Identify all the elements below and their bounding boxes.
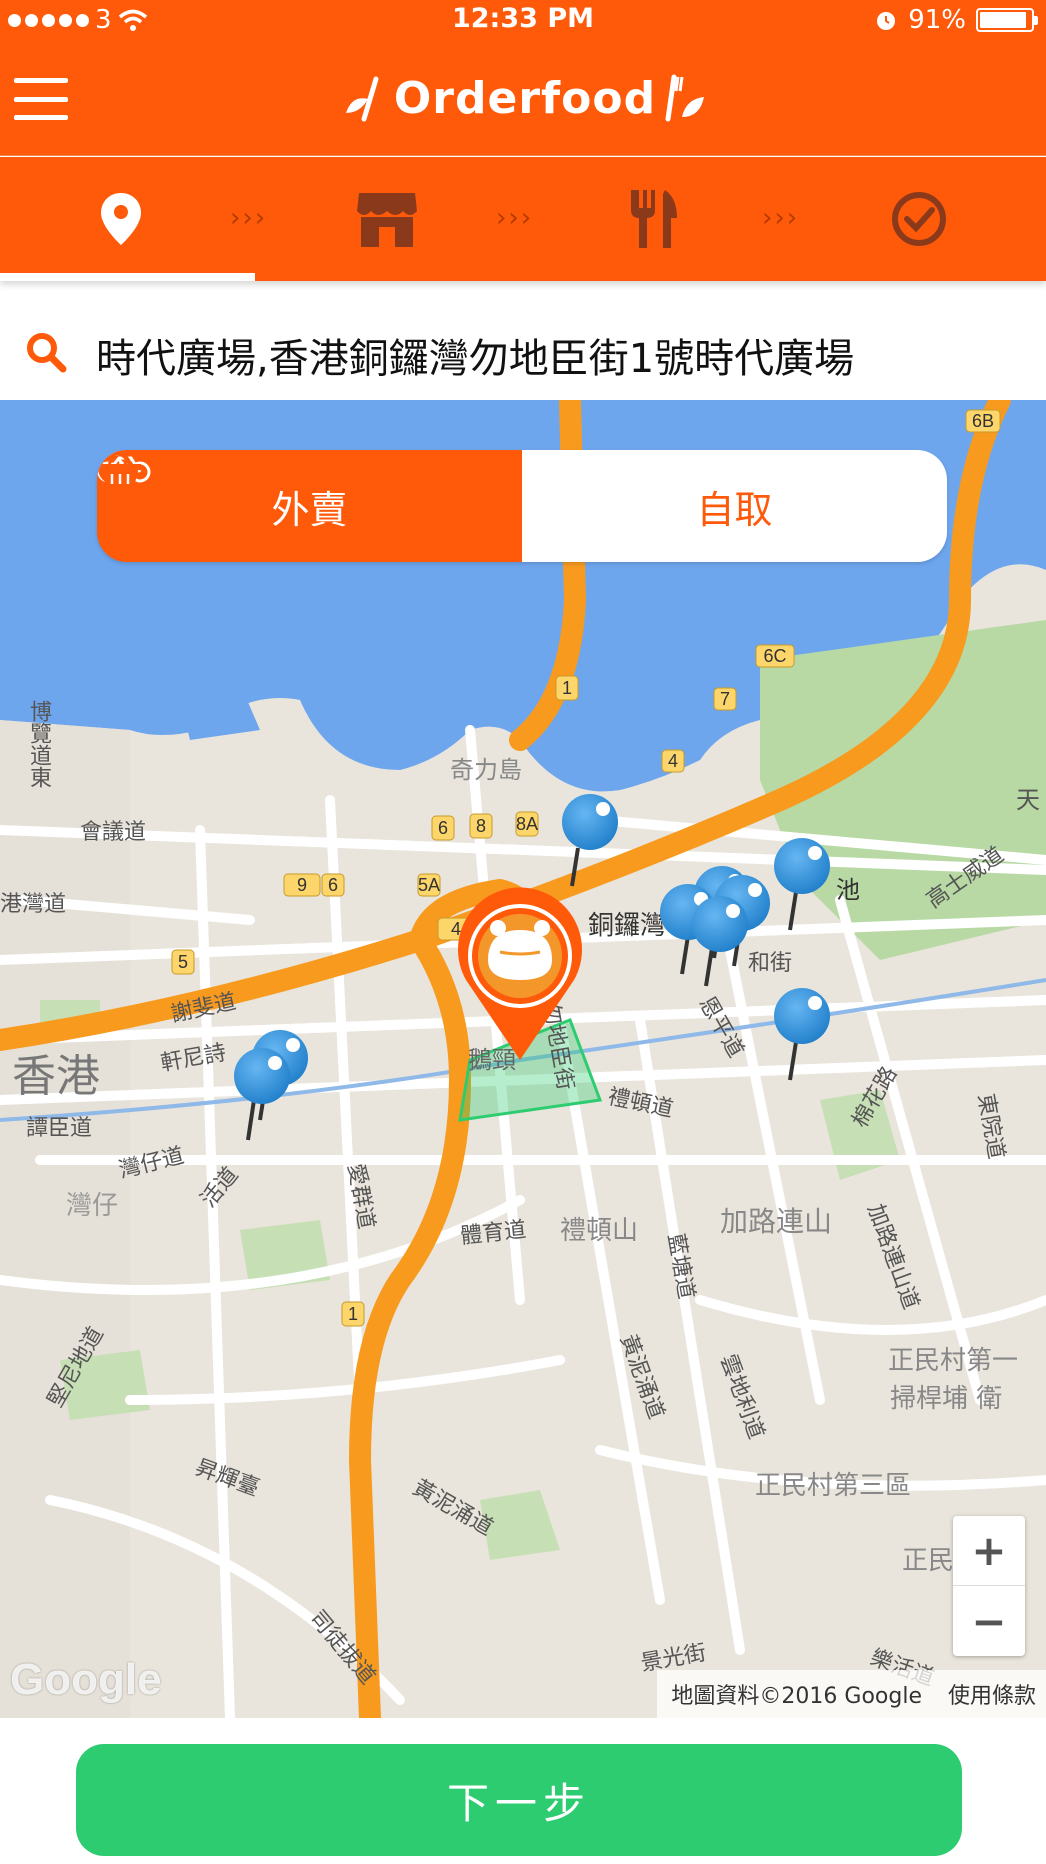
- alarm-clock-icon: [877, 12, 896, 30]
- map-label: 和街: [748, 951, 793, 976]
- map-label: 加路連山: [720, 1205, 833, 1238]
- map-label: 正民村第一: [888, 1346, 1019, 1376]
- terms-link[interactable]: 使用條款: [948, 1678, 1036, 1710]
- google-logo: Google: [10, 1655, 162, 1704]
- step-restaurant[interactable]: [352, 187, 422, 251]
- battery-area: 91%: [874, 4, 1038, 36]
- order-steps: ››› ››› ›››: [0, 157, 1046, 281]
- brand-name: Orderfood: [393, 72, 657, 124]
- search-input[interactable]: 時代廣場,香港銅鑼灣勿地臣街1號時代廣場: [96, 326, 854, 384]
- battery-percent: 91%: [908, 5, 966, 35]
- map-canvas: [0, 400, 1046, 1718]
- map-label: 池: [836, 876, 860, 904]
- pickup-option[interactable]: 自取: [98, 450, 947, 562]
- attribution-text: 地圖資料©2016 Google: [671, 1684, 922, 1709]
- search-icon: [27, 333, 67, 373]
- map-label: 博覽道東: [26, 700, 51, 788]
- status-bar: 3 12:33 PM 91%: [0, 0, 1046, 40]
- map-label: 銅鑼灣: [588, 911, 667, 941]
- zoom-out-button[interactable]: −: [953, 1586, 1025, 1656]
- delivery-option[interactable]: 外賣: [97, 450, 522, 562]
- step-separator: ›››: [230, 203, 268, 233]
- map-label: 掃桿埔 衛: [890, 1384, 1003, 1414]
- fork-leaf-icon: [665, 74, 705, 122]
- bottom-bar: 下一步: [0, 1718, 1046, 1864]
- map-label: 正民村第三區: [755, 1471, 912, 1501]
- map-label: 香港: [12, 1051, 100, 1102]
- map-label: 鵝頸: [468, 1046, 516, 1074]
- brand-logo: Orderfood: [340, 68, 710, 128]
- delivery-mode-toggle: 外賣 自取: [97, 450, 947, 562]
- zoom-in-button[interactable]: +: [953, 1516, 1025, 1586]
- step-separator: ›››: [762, 203, 800, 233]
- map-label: 體育道: [459, 1217, 528, 1250]
- step-separator: ›››: [496, 203, 534, 233]
- map-label: 天: [1016, 786, 1040, 814]
- map-attribution: 地圖資料©2016 Google 使用條款: [657, 1670, 1046, 1718]
- hamburger-menu-icon[interactable]: [14, 78, 68, 120]
- map-label: 禮頓山: [560, 1216, 639, 1246]
- delivery-label: 外賣: [271, 487, 348, 532]
- address-search-bar[interactable]: 時代廣場,香港銅鑼灣勿地臣街1號時代廣場: [0, 300, 1046, 400]
- map-label: 灣仔: [66, 1191, 119, 1221]
- active-step-indicator: [0, 273, 255, 281]
- step-menu[interactable]: [618, 187, 688, 251]
- basket-icon: [99, 451, 141, 488]
- zoom-controls: + −: [953, 1516, 1025, 1656]
- map-label: 正民: [902, 1546, 955, 1576]
- check-circle-icon: [892, 192, 946, 246]
- step-location[interactable]: [86, 187, 156, 251]
- next-step-button[interactable]: 下一步: [76, 1744, 962, 1856]
- fork-knife-icon: [631, 190, 677, 248]
- map-pin-icon: [101, 193, 141, 245]
- app-header: Orderfood: [0, 40, 1046, 156]
- leaf-spoon-icon: [345, 76, 379, 122]
- battery-icon: [976, 8, 1038, 32]
- map-label: 奇力島: [450, 756, 522, 784]
- pickup-label: 自取: [696, 487, 773, 532]
- map-label: 譚臣道: [26, 1116, 93, 1141]
- store-icon: [357, 193, 417, 247]
- step-confirm[interactable]: [884, 187, 954, 251]
- map-view[interactable]: 香港 銅鑼灣 奇力島 池 會議道 港灣道 博覽道東 謝斐道 軒尼詩 高士威道 恩…: [0, 400, 1046, 1718]
- map-label: 港灣道: [0, 892, 67, 917]
- map-label: 會議道: [80, 820, 147, 845]
